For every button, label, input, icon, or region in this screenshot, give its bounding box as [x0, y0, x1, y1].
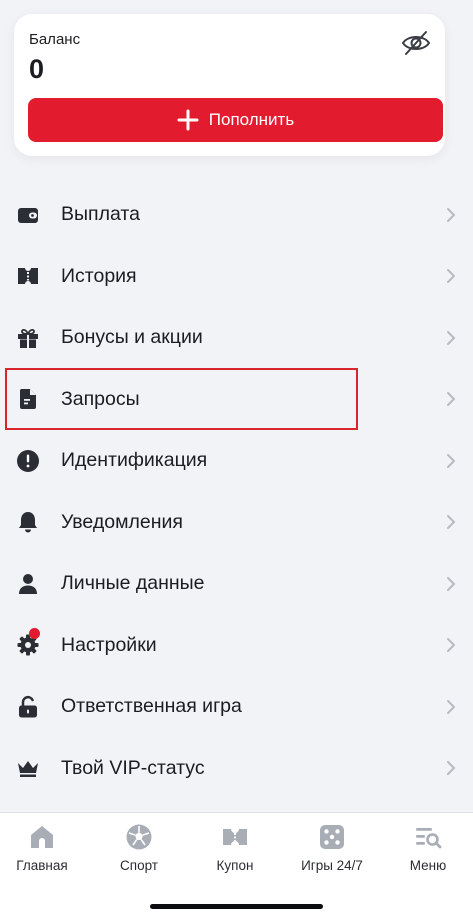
crown-icon: [16, 756, 40, 780]
coupon-icon: [223, 829, 247, 845]
menu-item-responsible-gaming[interactable]: Ответственная игра: [0, 676, 473, 738]
plus-icon: [177, 109, 199, 131]
menu-item-label: Твой VIP-статус: [61, 756, 205, 779]
chevron-right-icon: [447, 515, 455, 530]
chevron-right-icon: [447, 392, 455, 407]
chevron-right-icon: [447, 330, 455, 345]
home-icon: [31, 826, 53, 848]
menu-item-label: История: [61, 264, 137, 287]
soccer-ball-icon: [126, 824, 152, 850]
wallet-icon: [16, 203, 40, 227]
bell-icon: [16, 510, 40, 534]
menu-item-payout[interactable]: Выплата: [0, 184, 473, 246]
notification-badge: [29, 627, 40, 639]
ticket-icon: [16, 264, 40, 288]
menu-item-label: Запросы: [61, 387, 140, 410]
eye-off-icon[interactable]: [401, 30, 431, 56]
balance-value: 0: [29, 54, 45, 84]
tab-label: Спорт: [120, 858, 158, 873]
chevron-right-icon: [447, 269, 455, 284]
user-icon: [16, 572, 40, 596]
gift-icon: [16, 326, 40, 350]
menu-item-notifications[interactable]: Уведомления: [0, 492, 473, 554]
menu-item-personal-data[interactable]: Личные данные: [0, 553, 473, 615]
menu-item-label: Идентификация: [61, 449, 208, 472]
menu-item-label: Личные данные: [61, 572, 205, 595]
menu-item-vip-status[interactable]: Твой VIP-статус: [0, 738, 473, 800]
account-menu: Выплата История Бонусы и акции Запросы И…: [0, 184, 473, 799]
tab-label: Купон: [216, 858, 254, 873]
menu-item-label: Ответственная игра: [61, 695, 242, 718]
menu-item-label: Уведомления: [61, 510, 183, 533]
balance-label: Баланс: [29, 31, 81, 48]
dice-icon: [320, 825, 344, 849]
topup-label: Пополнить: [208, 110, 295, 129]
alert-circle-icon: [16, 449, 40, 473]
tab-label: Главная: [16, 858, 68, 873]
balance-card: Баланс 0 Пополнить: [14, 14, 445, 156]
chevron-right-icon: [447, 453, 455, 468]
chevron-right-icon: [447, 207, 455, 222]
menu-item-bonuses[interactable]: Бонусы и акции: [0, 307, 473, 369]
topup-button[interactable]: Пополнить: [28, 98, 443, 142]
chevron-right-icon: [447, 699, 455, 714]
tab-coupon[interactable]: Купон: [188, 823, 282, 887]
unlock-icon: [16, 695, 40, 719]
menu-item-label: Настройки: [61, 633, 157, 656]
chevron-right-icon: [447, 761, 455, 776]
tab-label: Меню: [409, 858, 447, 873]
tab-sport[interactable]: Спорт: [92, 823, 186, 887]
menu-item-requests[interactable]: Запросы: [0, 369, 473, 431]
tab-label: Игры 24/7: [301, 858, 363, 873]
menu-item-label: Выплата: [61, 203, 140, 226]
menu-item-label: Бонусы и акции: [61, 326, 203, 349]
bottom-tab-bar: Главная Спорт Купон Игры 24/7 Меню: [0, 812, 473, 919]
menu-item-history[interactable]: История: [0, 246, 473, 308]
menu-search-icon: [416, 828, 442, 849]
home-indicator: [150, 904, 323, 909]
tab-menu[interactable]: Меню: [381, 823, 473, 887]
menu-item-identification[interactable]: Идентификация: [0, 430, 473, 492]
chevron-right-icon: [447, 638, 455, 653]
tab-games[interactable]: Игры 24/7: [285, 823, 379, 887]
document-icon: [16, 387, 40, 411]
menu-item-settings[interactable]: Настройки: [0, 615, 473, 677]
tab-home[interactable]: Главная: [0, 823, 89, 887]
chevron-right-icon: [447, 576, 455, 591]
